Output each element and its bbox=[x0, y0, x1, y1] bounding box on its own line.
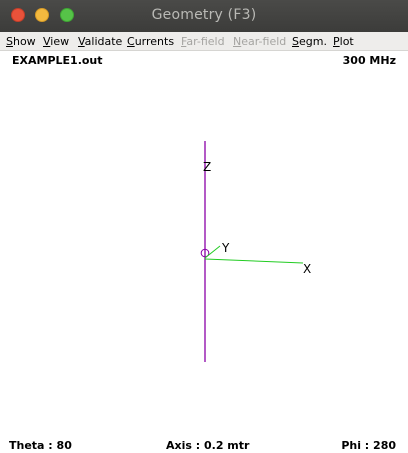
theta-readout: Theta : 80 bbox=[9, 439, 72, 452]
y-axis-label: Y bbox=[221, 241, 230, 255]
x-axis-label: X bbox=[303, 262, 311, 276]
y-axis-line bbox=[204, 245, 221, 259]
z-axis-label: Z bbox=[203, 160, 211, 174]
x-axis-line bbox=[204, 258, 304, 264]
phi-readout: Phi : 280 bbox=[341, 439, 396, 452]
geometry-canvas[interactable]: Z Y X bbox=[0, 0, 408, 453]
axis-readout: Axis : 0.2 mtr bbox=[166, 439, 250, 452]
